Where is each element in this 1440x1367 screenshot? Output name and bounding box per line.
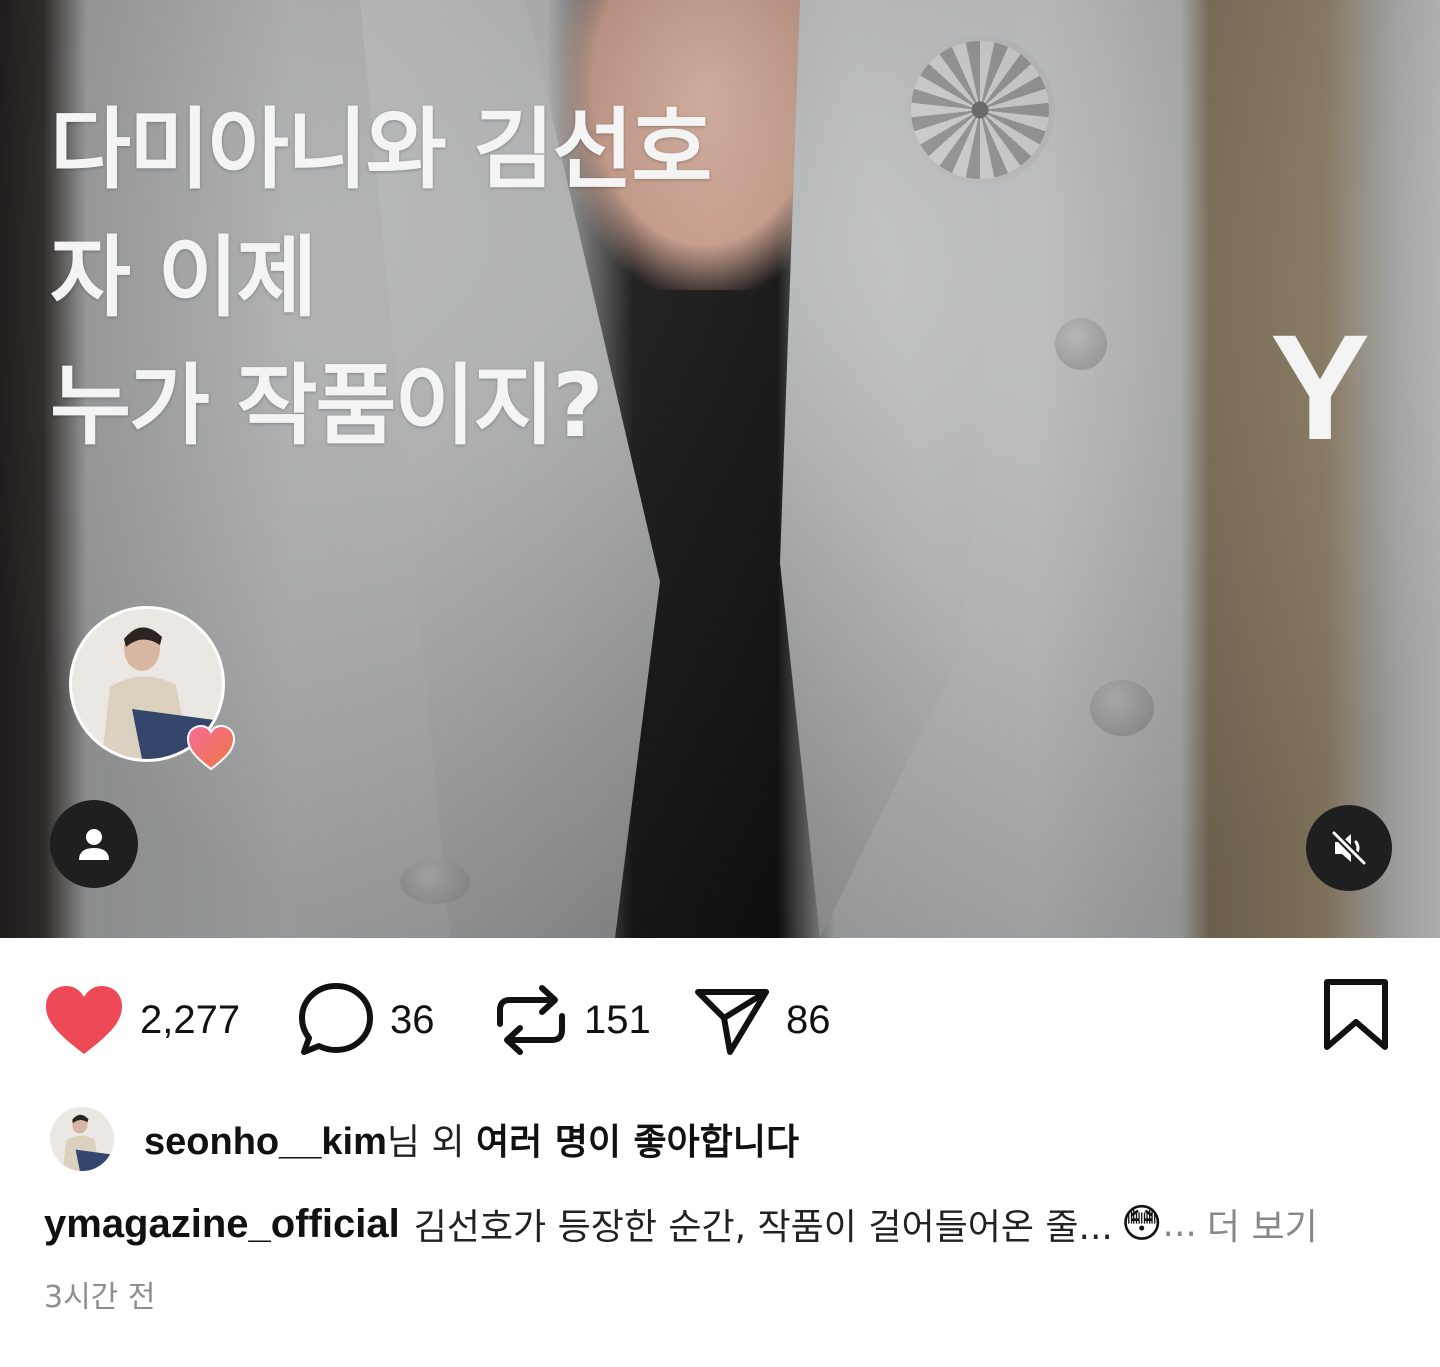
share-button[interactable]: 86 (692, 980, 831, 1060)
comment-count: 36 (390, 997, 435, 1042)
likes-suffix: 님 외 (386, 1122, 477, 1163)
likes-text: seonho__kim님 외 여러 명이 좋아합니다 (144, 1113, 799, 1165)
headline-line: 다미아니와 김선호 (50, 98, 712, 201)
media-headline: 다미아니와 김선호 자 이제 누가 작품이지? (50, 86, 870, 470)
caption-username[interactable]: ymagazine_official (44, 1202, 400, 1247)
caption-ellipsis: ... (1162, 1203, 1197, 1245)
share-count: 86 (786, 997, 831, 1042)
liker-avatar[interactable] (50, 1107, 114, 1171)
comment-button[interactable]: 36 (296, 980, 435, 1060)
repost-button[interactable]: 151 (492, 980, 651, 1060)
magazine-logo: Y (1270, 303, 1371, 471)
post-actions: 2,277 36 151 86 (42, 978, 1402, 1060)
post-media[interactable]: 다미아니와 김선호 자 이제 누가 작품이지? Y (0, 0, 1440, 938)
user-tags-button[interactable] (50, 800, 138, 888)
repost-arrows-icon (497, 985, 565, 1055)
repost-count: 151 (584, 997, 651, 1042)
avatar-photo-icon (50, 1107, 114, 1171)
person-icon (79, 829, 109, 860)
speaker-muted-icon (1330, 829, 1368, 867)
heart-filled-icon (46, 986, 122, 1054)
like-button[interactable]: 2,277 (42, 980, 240, 1060)
bookmark-icon[interactable] (1322, 978, 1390, 1052)
liker-username[interactable]: seonho__kim (144, 1121, 387, 1163)
likes-others-link[interactable]: 여러 명이 좋아합니다 (476, 1122, 799, 1163)
headline-line: 자 이제 (50, 226, 318, 329)
flushed-face-emoji: 😳 (1120, 1201, 1163, 1247)
like-count: 2,277 (140, 997, 241, 1042)
paper-plane-icon (695, 989, 769, 1055)
headline-line: 누가 작품이지? (50, 354, 603, 457)
likes-summary[interactable]: seonho__kim님 외 여러 명이 좋아합니다 (50, 1106, 799, 1172)
mute-button[interactable] (1306, 805, 1392, 891)
post-caption: ymagazine_official 김선호가 등장한 순간, 작품이 걸어들어… (44, 1194, 1318, 1254)
see-more-link[interactable]: 더 보기 (1207, 1198, 1318, 1250)
post-timestamp: 3시간 전 (44, 1280, 156, 1315)
heart-gradient-icon (186, 724, 236, 771)
caption-text: 김선호가 등장한 순간, 작품이 걸어들어온 줄... (413, 1207, 1113, 1248)
speech-bubble-icon (299, 983, 373, 1055)
